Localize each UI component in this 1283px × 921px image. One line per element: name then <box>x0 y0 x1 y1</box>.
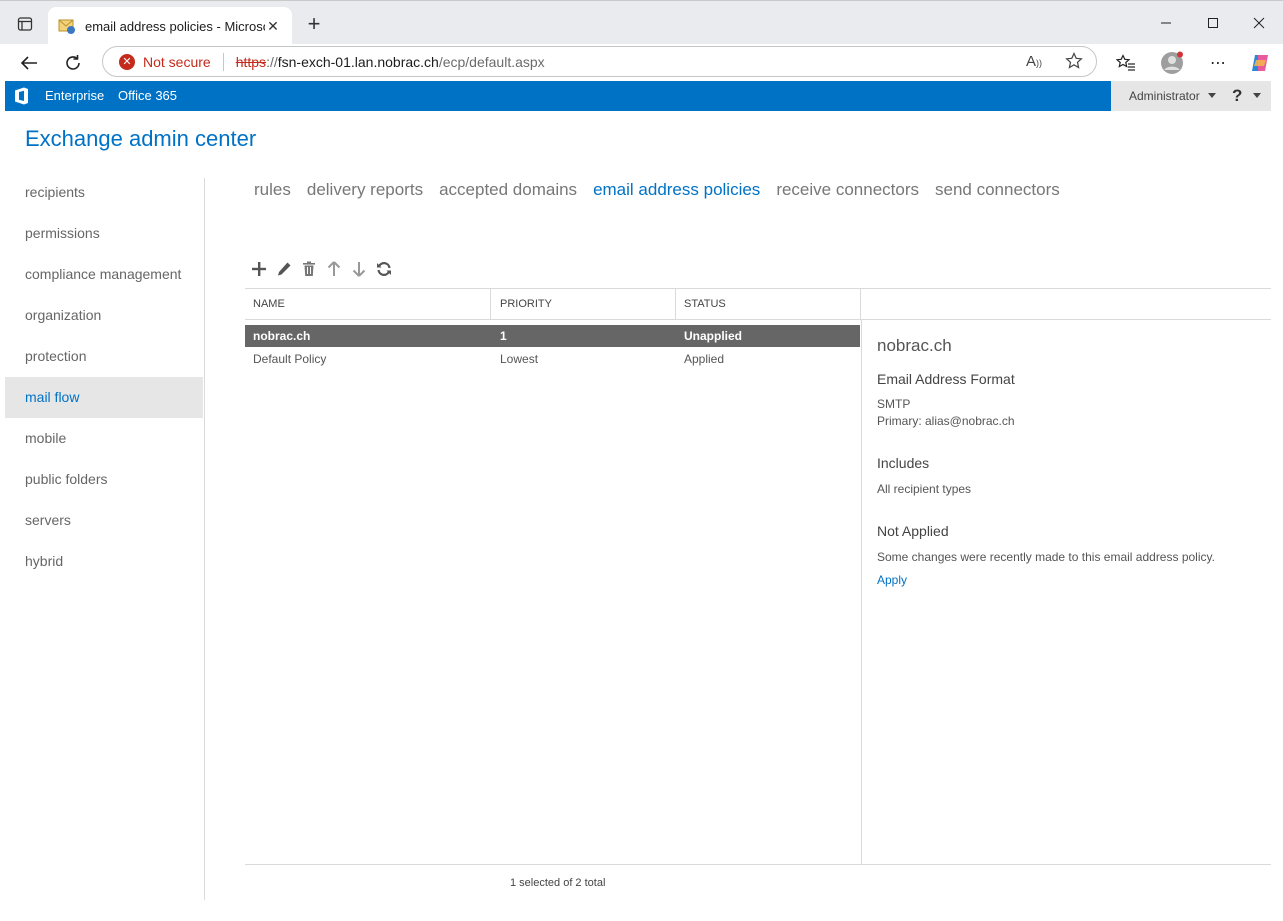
browser-address-bar: ✕ Not secure https://fsn-exch-01.lan.nob… <box>0 44 1283 81</box>
url-path: /ecp/default.aspx <box>438 53 545 70</box>
nav-item-protection[interactable]: protection <box>5 336 203 377</box>
row-priority: 1 <box>500 329 507 343</box>
edit-pencil-icon[interactable] <box>271 259 296 279</box>
left-nav: recipients permissions compliance manage… <box>5 172 203 582</box>
nav-item-hybrid[interactable]: hybrid <box>5 541 203 582</box>
new-tab-icon[interactable]: + <box>300 11 328 39</box>
move-up-arrow-icon[interactable] <box>321 259 346 279</box>
details-format-primary: Primary: alias@nobrac.ch <box>877 414 1015 428</box>
window-close-icon[interactable] <box>1236 9 1282 37</box>
sub-tabs: rules delivery reports accepted domains … <box>254 180 1076 200</box>
details-includes-value: All recipient types <box>877 482 972 496</box>
list-toolbar <box>246 258 396 280</box>
browser-tab-active[interactable]: email address policies - Microsoft ✕ <box>48 7 292 45</box>
tab-accepted-domains[interactable]: accepted domains <box>439 180 577 200</box>
help-icon[interactable]: ? <box>1232 86 1242 106</box>
nav-item-permissions[interactable]: permissions <box>5 213 203 254</box>
url-separator <box>222 52 224 71</box>
grid-top-border <box>245 288 1271 289</box>
details-status-heading: Not Applied <box>877 523 949 539</box>
refresh-icon[interactable] <box>57 48 89 78</box>
delete-trash-icon[interactable] <box>296 259 321 279</box>
tab-close-icon[interactable]: ✕ <box>264 17 282 35</box>
nav-item-compliance-management[interactable]: compliance management <box>5 254 203 295</box>
add-icon[interactable] <box>246 259 271 279</box>
more-menu-icon[interactable]: ⋯ <box>1202 48 1234 78</box>
security-status[interactable]: Not secure <box>143 54 211 70</box>
row-priority: Lowest <box>500 352 539 366</box>
details-title: nobrac.ch <box>877 336 952 355</box>
tab-receive-connectors[interactable]: receive connectors <box>776 180 919 200</box>
details-format-type: SMTP <box>877 397 911 411</box>
apply-link[interactable]: Apply <box>877 573 907 587</box>
nav-item-recipients[interactable]: recipients <box>5 172 203 213</box>
favorite-star-icon[interactable] <box>1063 52 1085 72</box>
office365-link[interactable]: Office 365 <box>118 88 177 103</box>
nav-item-public-folders[interactable]: public folders <box>5 459 203 500</box>
selection-count: 1 selected of 2 total <box>510 877 606 889</box>
refresh-list-icon[interactable] <box>371 259 396 279</box>
column-separator <box>675 289 676 319</box>
table-row[interactable]: Default Policy Lowest Applied <box>245 348 860 370</box>
maximize-icon[interactable] <box>1190 9 1236 37</box>
copilot-icon[interactable] <box>1244 48 1276 78</box>
nav-divider <box>204 178 205 900</box>
row-status: Unapplied <box>684 329 743 343</box>
url-host: fsn-exch-01.lan.nobrac.ch <box>277 53 439 70</box>
user-menu[interactable]: Administrator <box>1129 89 1200 103</box>
tab-rules[interactable]: rules <box>254 180 291 200</box>
back-arrow-icon[interactable] <box>13 48 45 78</box>
row-name: nobrac.ch <box>253 329 311 343</box>
grid-header-border <box>245 319 1271 320</box>
column-header-priority[interactable]: PRIORITY <box>500 298 552 310</box>
url-input[interactable]: ✕ Not secure https://fsn-exch-01.lan.nob… <box>102 46 1097 77</box>
office-top-bar: Enterprise Office 365 <box>5 81 1111 111</box>
favorites-list-icon[interactable] <box>1110 48 1142 78</box>
details-status-text: Some changes were recently made to this … <box>877 550 1215 564</box>
column-separator <box>860 289 861 319</box>
details-includes-heading: Includes <box>877 455 930 471</box>
row-name: Default Policy <box>253 352 327 366</box>
office-logo-icon[interactable] <box>13 87 30 105</box>
tab-actions-icon[interactable] <box>8 9 42 39</box>
nav-item-organization[interactable]: organization <box>5 295 203 336</box>
minimize-icon[interactable] <box>1143 9 1189 37</box>
browser-tab-bar: email address policies - Microsoft ✕ + <box>0 0 1283 45</box>
url-scheme: https <box>235 53 267 70</box>
grid-bottom-border <box>245 864 1271 865</box>
url-scheme-separator: :// <box>266 53 278 70</box>
move-down-arrow-icon[interactable] <box>346 259 371 279</box>
tab-title: email address policies - Microsoft <box>85 18 265 34</box>
user-chevron-down-icon[interactable] <box>1208 93 1216 98</box>
enterprise-link[interactable]: Enterprise <box>45 88 104 103</box>
page-title: Exchange admin center <box>25 126 257 151</box>
nav-item-mail-flow[interactable]: mail flow <box>5 377 203 418</box>
tab-email-address-policies[interactable]: email address policies <box>593 180 760 200</box>
help-chevron-down-icon[interactable] <box>1253 93 1261 98</box>
tab-send-connectors[interactable]: send connectors <box>935 180 1060 200</box>
row-status: Applied <box>684 352 725 366</box>
column-header-status[interactable]: STATUS <box>684 298 726 310</box>
not-secure-icon[interactable]: ✕ <box>119 53 135 70</box>
user-bar: Administrator ? <box>1111 81 1271 111</box>
nav-item-mobile[interactable]: mobile <box>5 418 203 459</box>
tab-delivery-reports[interactable]: delivery reports <box>307 180 423 200</box>
details-divider <box>861 319 862 864</box>
details-format-heading: Email Address Format <box>877 371 1015 387</box>
profile-avatar-icon[interactable] <box>1156 48 1188 78</box>
exchange-favicon-icon <box>58 19 75 34</box>
column-header-name[interactable]: NAME <box>253 298 285 310</box>
column-separator <box>490 289 491 319</box>
table-row-selected[interactable]: nobrac.ch 1 Unapplied <box>245 325 860 347</box>
read-aloud-icon[interactable]: A)) <box>1023 52 1045 72</box>
nav-item-servers[interactable]: servers <box>5 500 203 541</box>
